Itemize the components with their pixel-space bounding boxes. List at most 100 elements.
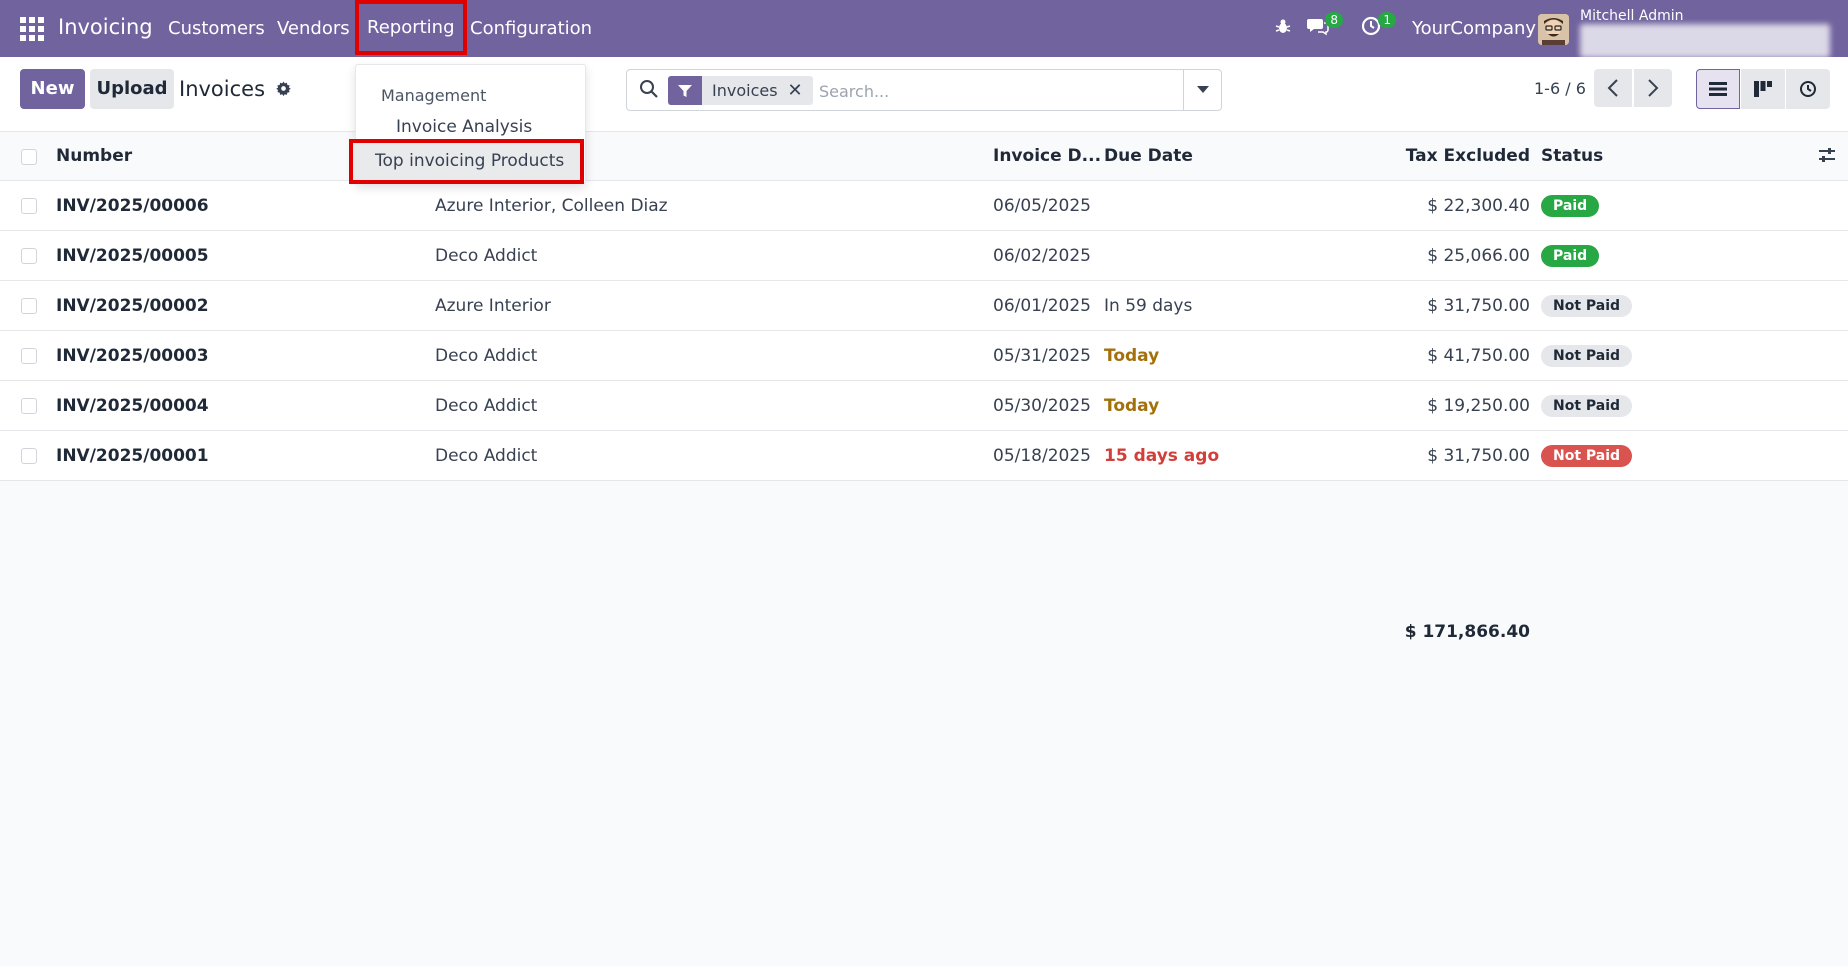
status-cell: Not Paid: [1541, 381, 1633, 431]
menu-vendors[interactable]: Vendors: [277, 18, 350, 39]
status-badge: Not Paid: [1541, 345, 1633, 367]
redacted-user-info: [1580, 24, 1830, 58]
table-row[interactable]: INV/2025/00003 Deco Addict 05/31/2025 Today…: [0, 331, 1848, 381]
menu-item-label: Top invoicing Products: [375, 151, 565, 171]
menu-item-invoice-analysis[interactable]: Invoice Analysis: [396, 117, 532, 137]
invoice-partner: Deco Addict: [435, 396, 538, 416]
invoice-partner: Deco Addict: [435, 246, 538, 266]
kanban-view-button[interactable]: [1741, 69, 1785, 109]
messages-icon[interactable]: 8: [1305, 12, 1343, 42]
activity-view-button[interactable]: [1786, 69, 1830, 109]
tax-excluded-amount: $ 31,750.00: [1427, 446, 1530, 466]
pager-previous-button[interactable]: [1594, 69, 1632, 107]
top-navbar: Invoicing Customers Vendors Reporting Co…: [0, 0, 1848, 58]
table-row[interactable]: INV/2025/00001 Deco Addict 05/18/2025 15 da…: [0, 431, 1848, 481]
control-panel: New Upload Invoices Invoices ✕ 1-6 / 6: [0, 57, 1848, 132]
invoice-partner: Deco Addict: [435, 446, 538, 466]
row-checkbox[interactable]: [21, 248, 37, 264]
invoice-number: INV/2025/00001: [56, 446, 209, 466]
search-options-toggle[interactable]: [1183, 70, 1221, 110]
search-icon[interactable]: [639, 79, 661, 101]
menu-item-top-invoicing-products[interactable]: Top invoicing Products: [349, 139, 584, 184]
tax-excluded-amount: $ 22,300.40: [1427, 196, 1530, 216]
status-cell: Paid: [1541, 231, 1600, 281]
select-all-checkbox[interactable]: [21, 149, 37, 165]
app-brand[interactable]: Invoicing: [58, 15, 153, 39]
user-name[interactable]: Mitchell Admin: [1580, 8, 1684, 24]
status-cell: Not Paid: [1541, 331, 1633, 381]
user-avatar[interactable]: [1538, 14, 1569, 45]
invoice-partner: Azure Interior, Colleen Diaz: [435, 196, 668, 216]
invoice-date: 05/30/2025: [993, 396, 1091, 416]
pager-value[interactable]: 1-6 / 6: [1534, 79, 1586, 98]
table-row[interactable]: INV/2025/00004 Deco Addict 05/30/2025 Today…: [0, 381, 1848, 431]
row-checkbox[interactable]: [21, 298, 37, 314]
company-switcher[interactable]: YourCompany: [1412, 18, 1536, 39]
menu-reporting[interactable]: Reporting: [355, 0, 467, 55]
status-badge: Paid: [1541, 245, 1600, 267]
search-bar: Invoices ✕: [626, 69, 1222, 111]
status-cell: Paid: [1541, 181, 1600, 231]
gear-icon[interactable]: [275, 81, 291, 101]
apps-menu-icon[interactable]: [20, 17, 44, 41]
dropdown-section-management: Management: [381, 86, 487, 105]
column-due-date[interactable]: Due Date: [1104, 132, 1193, 181]
messages-count-badge: 8: [1325, 12, 1343, 28]
invoice-number: INV/2025/00004: [56, 396, 209, 416]
table-row[interactable]: INV/2025/00002 Azure Interior 06/01/2025 In…: [0, 281, 1848, 331]
activities-count-badge: 1: [1378, 12, 1396, 28]
pager-next-button[interactable]: [1634, 69, 1672, 107]
search-input[interactable]: [819, 78, 1179, 104]
table-row[interactable]: INV/2025/00006 Azure Interior, Colleen Di…: [0, 181, 1848, 231]
search-facet: Invoices ✕: [668, 76, 813, 105]
column-status[interactable]: Status: [1541, 132, 1603, 181]
invoice-date: 06/01/2025: [993, 296, 1091, 316]
invoice-number: INV/2025/00006: [56, 196, 209, 216]
invoices-table: Number Invoice D... Due Date Tax Exclude…: [0, 132, 1848, 642]
debug-bug-icon[interactable]: [1270, 16, 1296, 42]
upload-button[interactable]: Upload: [90, 69, 174, 109]
invoice-date: 06/02/2025: [993, 246, 1091, 266]
row-checkbox[interactable]: [21, 198, 37, 214]
due-date: Today: [1104, 396, 1160, 416]
invoice-number: INV/2025/00002: [56, 296, 209, 316]
invoice-number: INV/2025/00005: [56, 246, 209, 266]
invoice-date: 06/05/2025: [993, 196, 1091, 216]
activities-clock-icon[interactable]: 1: [1358, 12, 1396, 42]
breadcrumb: Invoices: [179, 77, 291, 101]
list-view-button[interactable]: [1696, 69, 1740, 109]
status-badge: Not Paid: [1541, 395, 1633, 417]
new-button[interactable]: New: [20, 69, 85, 109]
column-tax-excluded[interactable]: Tax Excluded: [1406, 132, 1530, 181]
column-invoice-date[interactable]: Invoice D...: [993, 132, 1101, 181]
row-checkbox[interactable]: [21, 348, 37, 364]
table-header: Number Invoice D... Due Date Tax Exclude…: [0, 132, 1848, 181]
status-badge: Not Paid: [1541, 295, 1633, 317]
tax-excluded-amount: $ 25,066.00: [1427, 246, 1530, 266]
facet-label: Invoices: [712, 81, 778, 100]
tax-excluded-amount: $ 19,250.00: [1427, 396, 1530, 416]
invoice-partner: Deco Addict: [435, 346, 538, 366]
status-cell: Not Paid: [1541, 431, 1633, 481]
column-settings-icon[interactable]: [1818, 146, 1836, 169]
column-number[interactable]: Number: [56, 132, 132, 181]
tax-excluded-amount: $ 41,750.00: [1427, 346, 1530, 366]
invoice-date: 05/31/2025: [993, 346, 1091, 366]
tax-excluded-total: $ 171,866.40: [1404, 622, 1530, 642]
invoice-date: 05/18/2025: [993, 446, 1091, 466]
status-cell: Not Paid: [1541, 281, 1633, 331]
table-row[interactable]: INV/2025/00005 Deco Addict 06/02/2025 $ 25,…: [0, 231, 1848, 281]
filter-icon: [668, 76, 702, 105]
row-checkbox[interactable]: [21, 448, 37, 464]
facet-remove-icon[interactable]: ✕: [788, 80, 813, 101]
status-badge: Paid: [1541, 195, 1600, 217]
row-checkbox[interactable]: [21, 398, 37, 414]
due-date: 15 days ago: [1104, 446, 1220, 466]
menu-configuration[interactable]: Configuration: [470, 18, 592, 39]
menu-customers[interactable]: Customers: [168, 18, 265, 39]
status-badge: Not Paid: [1541, 445, 1633, 467]
page-title: Invoices: [179, 77, 266, 101]
invoice-partner: Azure Interior: [435, 296, 551, 316]
due-date: In 59 days: [1104, 296, 1193, 316]
invoice-number: INV/2025/00003: [56, 346, 209, 366]
